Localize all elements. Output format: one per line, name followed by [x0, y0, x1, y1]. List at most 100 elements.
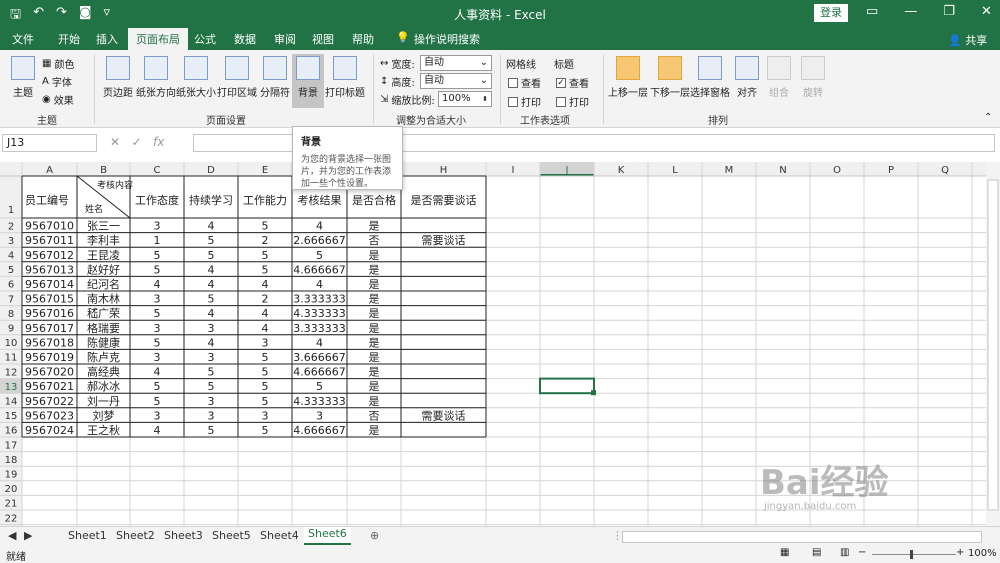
tab-home[interactable]: 开始 — [58, 31, 80, 47]
checkbox-icon — [508, 77, 518, 88]
collapse-ribbon-icon[interactable]: ⌃ — [984, 112, 992, 123]
horizontal-scrollbar[interactable] — [622, 531, 982, 543]
zoom-in-icon[interactable]: + — [956, 547, 964, 558]
row-header-2: 2 — [8, 221, 14, 232]
separator — [500, 54, 501, 124]
cell-A13: 9567021 — [25, 380, 74, 393]
cell-B3: 李利丰 — [87, 233, 120, 247]
print-titles-icon — [333, 56, 357, 80]
tab-formulas[interactable]: 公式 — [194, 31, 216, 47]
tab-data[interactable]: 数据 — [234, 31, 256, 47]
group-button[interactable]: 组合 — [766, 56, 792, 99]
sheet-prev-icon[interactable]: ◀ — [8, 529, 16, 542]
formula-bar: J13 ✕ ✓ fx — [0, 132, 1000, 154]
gridlines-view-checkbox[interactable]: 查看 — [508, 75, 541, 90]
tell-me-search[interactable]: 操作说明搜索 — [414, 31, 480, 47]
cell-E6: 4 — [262, 278, 269, 291]
theme-button[interactable]: 主题 — [8, 56, 38, 99]
enter-icon[interactable]: ✓ — [132, 135, 142, 149]
restore-icon[interactable]: ❐ — [943, 4, 955, 19]
watermark-brand: Bai经验 — [760, 463, 889, 503]
group-sheet-options-label: 工作表选项 — [520, 116, 570, 127]
zoom-slider[interactable] — [872, 554, 956, 555]
cell-C4: 5 — [154, 249, 161, 262]
group-label: 组合 — [769, 88, 789, 99]
cell-C9: 3 — [154, 322, 161, 335]
column-header-bar — [0, 162, 1000, 176]
send-backward-button[interactable]: 下移一层 — [650, 56, 690, 99]
rotate-button[interactable]: 旋转 — [800, 56, 826, 99]
gridlines-print-checkbox[interactable]: 打印 — [508, 94, 541, 109]
minimize-icon[interactable]: — — [904, 4, 917, 19]
margins-button[interactable]: 页边距 — [100, 56, 136, 99]
cell-B10: 陈健康 — [87, 335, 120, 349]
tab-insert[interactable]: 插入 — [96, 31, 118, 47]
zoom-slider-thumb[interactable] — [910, 550, 913, 559]
selection-pane-button[interactable]: 选择窗格 — [690, 56, 730, 99]
share-button[interactable]: 👤 共享 — [948, 32, 987, 48]
column-header-J: J — [565, 165, 569, 176]
headings-print-checkbox[interactable]: 打印 — [556, 94, 589, 109]
cell-G14: 是 — [369, 395, 380, 408]
print-area-button[interactable]: 打印区域 — [216, 56, 258, 99]
page-break-view-icon[interactable]: ▥ — [840, 547, 849, 558]
login-button[interactable]: 登录 — [814, 4, 848, 22]
cancel-icon[interactable]: ✕ — [110, 135, 120, 149]
column-header-L: L — [672, 165, 678, 176]
rotate-icon — [801, 56, 825, 80]
sheet-tab-3[interactable]: Sheet3 — [164, 529, 203, 542]
effects-button[interactable]: ◉ 效果 — [42, 92, 74, 107]
tab-help[interactable]: 帮助 — [352, 31, 374, 47]
orientation-button[interactable]: 纸张方向 — [136, 56, 176, 99]
fx-icon[interactable]: fx — [153, 135, 164, 149]
cell-G15: 否 — [369, 409, 380, 422]
ribbon-display-icon[interactable]: ▭ — [866, 4, 878, 19]
background-button[interactable]: 背景 — [292, 54, 324, 108]
cell-B13: 郝冰冰 — [87, 379, 120, 393]
scale-stepper[interactable]: 100% ⬍ — [438, 91, 492, 107]
sheet-tab-5[interactable]: Sheet5 — [212, 529, 251, 542]
column-header-H: H — [440, 165, 448, 176]
sheet-tab-4[interactable]: Sheet4 — [260, 529, 299, 542]
row-header-12: 12 — [5, 367, 18, 378]
cell-F11: 3.666667 — [293, 351, 346, 364]
sheet-tab-6[interactable]: Sheet6 — [304, 527, 351, 545]
width-select[interactable]: 自动 ⌄ — [420, 55, 492, 71]
size-button[interactable]: 纸张大小 — [176, 56, 216, 99]
cell-A11: 9567019 — [25, 351, 74, 364]
add-sheet-icon[interactable]: ⊕ — [370, 529, 379, 542]
tab-view[interactable]: 视图 — [312, 31, 334, 47]
page-layout-view-icon[interactable]: ▤ — [812, 547, 821, 558]
name-box[interactable]: J13 — [2, 134, 97, 152]
sheet-next-icon[interactable]: ▶ — [24, 529, 32, 542]
bring-forward-button[interactable]: 上移一层 — [608, 56, 648, 99]
colors-button[interactable]: ▦ 颜色 — [42, 56, 74, 71]
cell-A6: 9567014 — [25, 278, 74, 291]
print-titles-button[interactable]: 打印标题 — [324, 56, 366, 99]
row-header-18: 18 — [5, 455, 18, 466]
cell-B14: 刘一丹 — [87, 395, 120, 408]
row-header-4: 4 — [8, 251, 14, 262]
normal-view-icon[interactable]: ▦ — [780, 547, 789, 558]
tab-review[interactable]: 审阅 — [274, 31, 296, 47]
sheet-tab-1[interactable]: Sheet1 — [68, 529, 107, 542]
headings-view-checkbox[interactable]: ✓ 查看 — [556, 75, 589, 90]
zoom-level[interactable]: 100% — [968, 548, 997, 559]
active-cell-selection — [539, 377, 595, 395]
fonts-button[interactable]: A 字体 — [42, 74, 72, 89]
zoom-out-icon[interactable]: − — [858, 547, 866, 558]
cell-E3: 2 — [262, 234, 269, 247]
cell-G4: 是 — [369, 249, 380, 262]
row-header-5: 5 — [8, 265, 14, 276]
cell-D12: 5 — [208, 366, 215, 379]
cell-A9: 9567017 — [25, 322, 74, 335]
tab-file[interactable]: 文件 — [12, 31, 34, 47]
close-icon[interactable]: ✕ — [981, 4, 992, 19]
sheet-tab-2[interactable]: Sheet2 — [116, 529, 155, 542]
group-page-setup-label: 页面设置 — [206, 116, 246, 127]
cell-F12: 4.666667 — [293, 366, 346, 379]
breaks-button[interactable]: 分隔符 — [258, 56, 292, 99]
height-select[interactable]: 自动 ⌄ — [420, 73, 492, 89]
align-button[interactable]: 对齐 — [734, 56, 760, 99]
tab-page-layout[interactable]: 页面布局 — [128, 28, 188, 50]
